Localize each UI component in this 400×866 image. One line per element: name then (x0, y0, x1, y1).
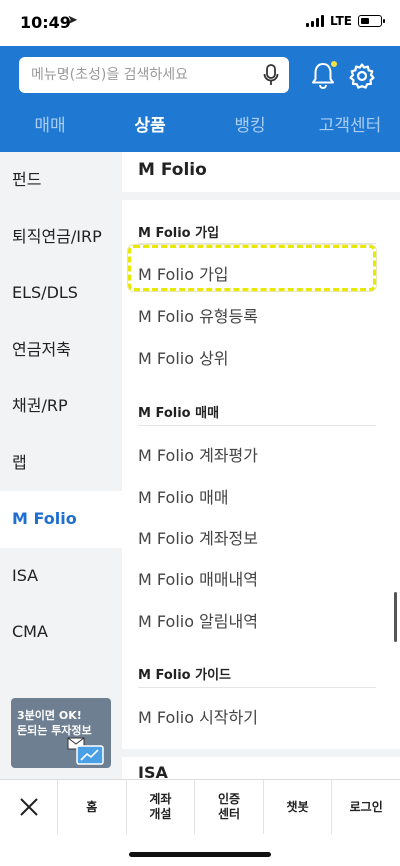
main-tabs: 매매 상품 뱅킹 고객센터 (0, 108, 400, 148)
menu-item-trade-history[interactable]: M Folio 매매내역 (138, 566, 258, 590)
bottom-nav: 홈 계좌 개설 인증 센터 챗봇 로그인 (0, 779, 400, 834)
network-type: LTE (329, 14, 352, 28)
sidebar-item-pension-savings[interactable]: 연금저축 (0, 322, 122, 379)
menu-item-top[interactable]: M Folio 상위 (138, 345, 229, 369)
home-indicator (129, 852, 271, 857)
section-title-isa: ISA (138, 763, 168, 779)
scrollbar[interactable] (394, 592, 397, 642)
signal-icon (305, 15, 324, 27)
location-arrow-icon: ➤ (67, 13, 78, 28)
close-button[interactable] (0, 780, 58, 834)
menu-item-join[interactable]: M Folio 가입 (138, 261, 229, 285)
sidebar-item-cma[interactable]: CMA (0, 604, 122, 661)
menu-item-trade[interactable]: M Folio 매매 (138, 484, 229, 508)
menu-item-account-valuation[interactable]: M Folio 계좌평가 (138, 442, 258, 466)
status-time: 10:49 (20, 13, 71, 32)
menu-item-type-register[interactable]: M Folio 유형등록 (138, 303, 258, 327)
promo-banner[interactable]: 3분이면 OK! 돈되는 투자정보 (11, 698, 111, 768)
microphone-icon[interactable] (263, 64, 279, 86)
menu-item-account-info[interactable]: M Folio 계좌정보 (138, 525, 258, 549)
tab-banking[interactable]: 뱅킹 (200, 108, 300, 148)
nav-chatbot[interactable]: 챗봇 (264, 780, 333, 834)
submenu-panel: M Folio M Folio 가입 M Folio 가입 M Folio 유형… (122, 152, 400, 779)
battery-icon (358, 15, 385, 27)
section-title-trading: M Folio 매매 (138, 406, 220, 421)
envelope-chart-icon (67, 737, 104, 765)
close-icon (19, 798, 38, 816)
panel-title: M Folio (138, 160, 207, 180)
section-divider (138, 425, 376, 426)
app-header: 매매 상품 뱅킹 고객센터 (0, 46, 400, 152)
promo-line-1: 3분이면 OK! (17, 709, 82, 722)
menu-item-getting-started[interactable]: M Folio 시작하기 (138, 704, 258, 728)
search-box[interactable] (19, 57, 289, 93)
sidebar-item-isa[interactable]: ISA (0, 548, 122, 605)
search-input[interactable] (31, 57, 251, 93)
notification-dot (331, 61, 337, 67)
sidebar-item-irp[interactable]: 퇴직연금/IRP (0, 209, 122, 266)
divider (122, 192, 400, 200)
category-sidebar: 펀드 퇴직연금/IRP ELS/DLS 연금저축 채권/RP 랩 M Folio… (0, 152, 122, 779)
section-divider (138, 243, 376, 244)
section-title-join: M Folio 가입 (138, 226, 220, 241)
nav-open-account[interactable]: 계좌 개설 (127, 780, 196, 834)
status-bar: 10:49 ➤ LTE (0, 0, 400, 46)
sidebar-item-m-folio[interactable]: M Folio (0, 491, 122, 548)
divider (122, 749, 400, 757)
tab-products[interactable]: 상품 (100, 108, 200, 148)
tab-trading[interactable]: 매매 (0, 108, 100, 148)
nav-home[interactable]: 홈 (58, 780, 127, 834)
nav-certificate-center[interactable]: 인증 센터 (195, 780, 264, 834)
tab-customer-center[interactable]: 고객센터 (300, 108, 400, 148)
sidebar-item-wrap[interactable]: 랩 (0, 435, 122, 492)
section-title-guide: M Folio 가이드 (138, 668, 231, 683)
sidebar-item-bond-rp[interactable]: 채권/RP (0, 378, 122, 435)
section-divider (138, 687, 376, 688)
sidebar-item-fund[interactable]: 펀드 (0, 152, 122, 209)
gear-icon[interactable] (348, 62, 376, 90)
sidebar-item-els-dls[interactable]: ELS/DLS (0, 265, 122, 322)
menu-item-notification-history[interactable]: M Folio 알림내역 (138, 608, 258, 632)
nav-login[interactable]: 로그인 (332, 780, 400, 834)
status-indicators: LTE (305, 14, 385, 28)
